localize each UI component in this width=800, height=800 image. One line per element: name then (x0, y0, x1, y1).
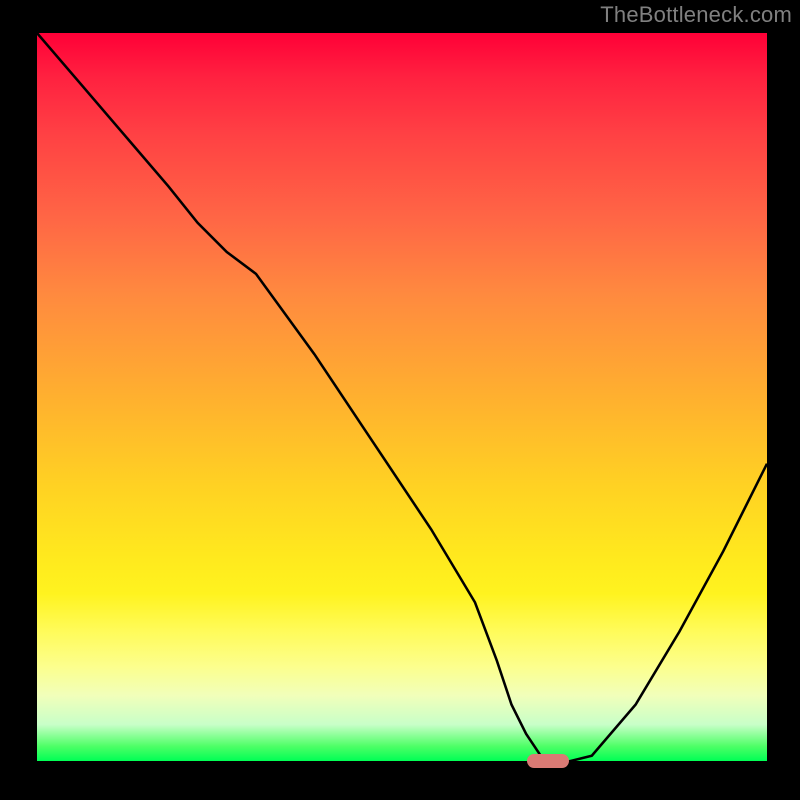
plot-area (33, 33, 767, 765)
curve-path (37, 33, 767, 763)
bottleneck-curve (37, 33, 767, 763)
chart-frame: TheBottleneck.com (0, 0, 800, 800)
optimum-marker (527, 754, 569, 768)
watermark-text: TheBottleneck.com (600, 2, 792, 28)
